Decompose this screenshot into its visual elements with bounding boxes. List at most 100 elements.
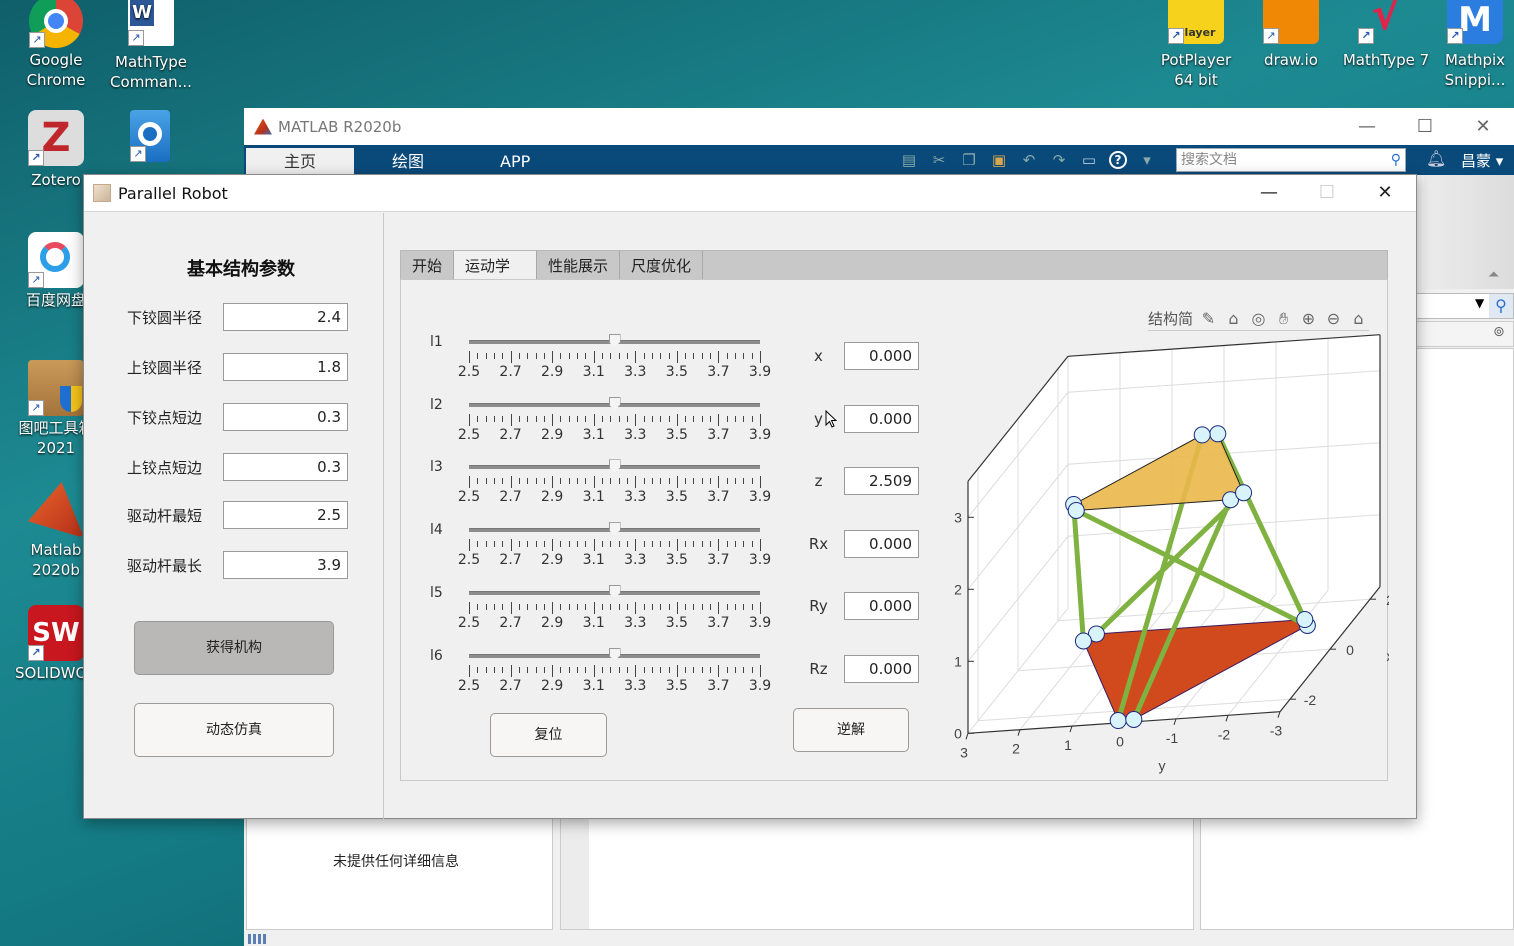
slider-tick-label: 3.1: [582, 426, 605, 443]
minor-tick: [743, 666, 745, 673]
desktop-icon-mathtype7[interactable]: √ ↗ MathType 7: [1340, 0, 1432, 70]
minor-tick: [493, 478, 495, 485]
structure-params-panel: 基本结构参数 下铰圆半径 2.4 上铰圆半径 1.8 下铰点短边 0.3 上铰点…: [84, 213, 384, 819]
desktop-icon-chrome[interactable]: ↗ Google Chrome: [10, 0, 102, 90]
minor-tick: [485, 541, 487, 548]
slider-track[interactable]: [469, 334, 760, 347]
matlab-close-button[interactable]: ✕: [1454, 108, 1512, 145]
minor-tick: [685, 478, 687, 485]
lower-hinge-short-edge-input[interactable]: 0.3: [223, 403, 348, 431]
copy-icon[interactable]: ❐: [959, 150, 979, 170]
pose-x-input[interactable]: 0.000: [844, 342, 919, 370]
switch-windows-icon[interactable]: ▭: [1079, 150, 1099, 170]
desktop-icon-drawio[interactable]: ↗ draw.io: [1245, 0, 1337, 70]
ribbon-tab-plots[interactable]: 绘图: [354, 148, 462, 175]
user-account-menu[interactable]: 昌蒙 ▾: [1461, 150, 1503, 171]
status-bar-indicator-icon: [248, 934, 268, 944]
desktop-icon-mathpix[interactable]: M ↗ Mathpix Snippi...: [1436, 0, 1514, 90]
pose-z-input[interactable]: 2.509: [844, 467, 919, 495]
chrome-icon: ↗: [29, 0, 83, 48]
slider-thumb[interactable]: [608, 334, 621, 347]
kinematics-tab-panel: l1 2.5 2.7 2.9 3.1 3.3 3.5 3.7 3.9 l2 2.5 2.7 2.9 3.1…: [400, 279, 1389, 781]
y-tick-label: 2: [1012, 741, 1020, 757]
upper-hinge-short-edge-input[interactable]: 0.3: [223, 453, 348, 481]
slider-track[interactable]: [469, 647, 760, 661]
major-tick: [676, 664, 678, 677]
dropdown-arrow-icon[interactable]: ▼: [1475, 296, 1484, 310]
slider-ticks: [469, 664, 761, 677]
undo-icon[interactable]: ↶: [1019, 150, 1039, 170]
matlab-minimize-button[interactable]: —: [1338, 108, 1396, 145]
major-tick: [469, 413, 470, 426]
tab-kinematics[interactable]: 运动学: [454, 251, 538, 280]
mechanism-3d-plot[interactable]: 01233210-1-2-3-202zyx: [949, 325, 1389, 785]
slider-track[interactable]: [469, 584, 760, 598]
pose-rx-input[interactable]: 0.000: [844, 530, 919, 558]
major-tick: [718, 351, 720, 363]
robot-minimize-button[interactable]: —: [1240, 175, 1298, 211]
slider-thumb[interactable]: [608, 647, 621, 661]
slider-tick-label: 2.7: [499, 489, 522, 506]
joint-marker: [1296, 611, 1314, 629]
desktop-icon-potplayer[interactable]: Player ↗ PotPlayer 64 bit: [1150, 0, 1242, 90]
search-placeholder: 搜索文档: [1181, 152, 1237, 168]
ribbon-tab-apps[interactable]: APP: [462, 148, 568, 175]
upper-hinge-radius-input[interactable]: 1.8: [223, 353, 348, 381]
pose-rz-input[interactable]: 0.000: [844, 655, 919, 683]
workspace-filter-input[interactable]: ▼ ⚲: [1416, 293, 1514, 319]
cut-icon[interactable]: ✂: [929, 150, 949, 170]
x-tick-label: -2: [1304, 692, 1317, 708]
workspace-actions-icon[interactable]: ⊚: [1493, 324, 1505, 340]
lower-hinge-radius-input[interactable]: 2.4: [223, 303, 348, 331]
minor-tick: [527, 603, 529, 610]
documentation-search-input[interactable]: 搜索文档 ⚲: [1176, 148, 1406, 172]
notification-bell-icon[interactable]: 🔔︎: [1426, 149, 1446, 168]
collapse-panel-icon[interactable]: ⏶: [1488, 267, 1499, 283]
slider-track[interactable]: [469, 396, 760, 410]
matlab-maximize-button[interactable]: ☐: [1396, 108, 1454, 145]
robot-maximize-button[interactable]: ☐: [1298, 175, 1356, 211]
slider-tick-label: 2.5: [457, 677, 481, 694]
command-window-panel[interactable]: [560, 814, 1194, 930]
slider-thumb[interactable]: [608, 396, 621, 410]
major-tick: [510, 351, 512, 363]
minor-tick: [710, 415, 712, 422]
search-icon[interactable]: ⚲: [1391, 149, 1401, 171]
ribbon-tab-home[interactable]: 主页: [246, 148, 355, 175]
shortcut-arrow-icon: ↗: [1447, 28, 1463, 44]
robot-close-button[interactable]: ✕: [1356, 175, 1414, 211]
minor-tick: [735, 478, 737, 485]
help-icon[interactable]: ?: [1109, 151, 1127, 169]
shortcut-arrow-icon: ↗: [28, 272, 44, 288]
desktop-icon-search-app[interactable]: ↗: [105, 110, 195, 164]
slider-track[interactable]: [469, 459, 760, 473]
major-tick: [635, 476, 637, 489]
save-icon[interactable]: ▤: [899, 150, 919, 170]
inverse-solution-button[interactable]: 逆解: [793, 708, 909, 752]
slider-thumb[interactable]: [608, 584, 621, 598]
workspace-search-icon[interactable]: ⚲: [1489, 294, 1513, 318]
desktop-icon-mathtype-command[interactable]: W ↗ MathType Comman...: [105, 0, 197, 92]
dynamic-simulation-button[interactable]: 动态仿真: [134, 703, 334, 757]
major-tick: [593, 413, 595, 426]
tab-performance[interactable]: 性能展示: [537, 251, 621, 280]
slider-thumb[interactable]: [608, 522, 621, 536]
redo-icon[interactable]: ↷: [1049, 150, 1069, 170]
x-tick-label: 2: [1386, 592, 1389, 608]
minor-tick: [726, 478, 728, 485]
pose-y-input[interactable]: 0.000: [844, 405, 919, 433]
actuator-min-length-input[interactable]: 2.5: [223, 501, 348, 529]
tab-start[interactable]: 开始: [401, 251, 455, 280]
slider-track[interactable]: [469, 522, 760, 536]
reset-button[interactable]: 复位: [490, 713, 607, 757]
customize-dropdown-icon[interactable]: ▾: [1137, 150, 1157, 170]
tab-dimension-optimization[interactable]: 尺度优化: [620, 251, 704, 280]
slider-thumb[interactable]: [608, 459, 621, 473]
paste-icon[interactable]: ▣: [989, 150, 1009, 170]
actuator-max-length-input[interactable]: 3.9: [223, 551, 348, 579]
minor-tick: [660, 415, 662, 422]
pose-ry-input[interactable]: 0.000: [844, 592, 919, 620]
y-tick: [1017, 729, 1021, 736]
joint-marker: [1067, 501, 1085, 519]
get-mechanism-button[interactable]: 获得机构: [134, 621, 334, 675]
